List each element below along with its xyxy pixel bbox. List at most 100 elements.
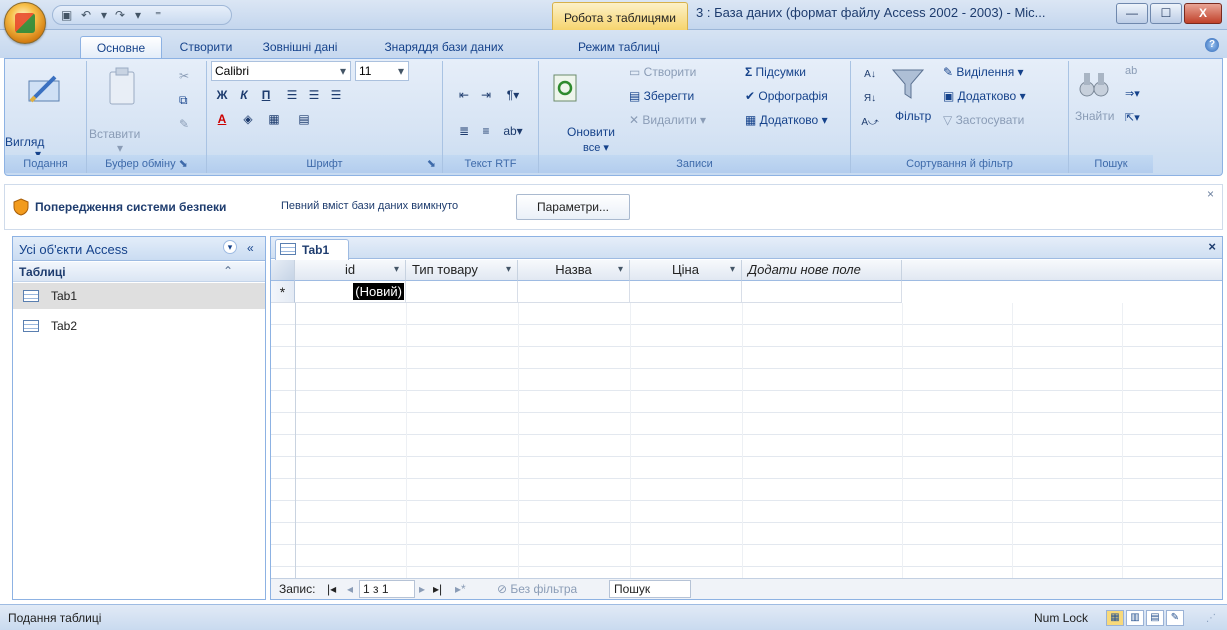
pivot-chart-view-icon[interactable]: ▤ xyxy=(1146,610,1164,626)
sort-ascending-icon[interactable]: A↓ xyxy=(859,65,881,85)
collapse-group-icon[interactable]: ⌃ xyxy=(223,264,233,278)
save-record-button[interactable]: ▤ Зберегти xyxy=(629,89,694,103)
nav-group-tables[interactable]: Таблиці ⌃ xyxy=(13,262,265,282)
gridlines-icon[interactable]: ▦ xyxy=(263,109,285,129)
search-input[interactable]: Пошук xyxy=(609,580,691,598)
help-icon[interactable]: ? xyxy=(1205,38,1219,52)
redo-dropdown-icon[interactable]: ▾ xyxy=(135,7,141,23)
new-row-price-cell[interactable] xyxy=(630,281,742,303)
clear-sort-icon[interactable]: A⤻ xyxy=(859,113,881,133)
refresh-all-button[interactable]: Оновити xyxy=(567,125,615,139)
datasheet-view-icon[interactable]: ▦ xyxy=(1106,610,1124,626)
column-header-price[interactable]: Ціна ▾ xyxy=(630,260,742,281)
column-header-name[interactable]: Назва ▾ xyxy=(518,260,630,281)
resize-grip-icon[interactable]: ⋰ xyxy=(1206,613,1216,624)
bold-button[interactable]: Ж xyxy=(211,85,233,105)
align-left-icon[interactable]: ☰ xyxy=(281,85,303,105)
nav-item-tab2[interactable]: Tab2 xyxy=(13,313,265,339)
close-button[interactable]: X xyxy=(1184,3,1222,24)
find-button[interactable]: Знайти xyxy=(1075,109,1114,123)
goto-icon[interactable]: ⇒▾ xyxy=(1125,87,1140,100)
cut-icon[interactable]: ✂ xyxy=(179,69,189,83)
refresh-all-dropdown[interactable]: все ▾ xyxy=(583,141,609,154)
close-document-icon[interactable]: × xyxy=(1208,239,1216,254)
nav-item-tab1[interactable]: Tab1 xyxy=(13,283,265,309)
bullets-icon[interactable]: ≡ xyxy=(475,121,497,141)
selection-button[interactable]: ✎ Виділення ▾ xyxy=(943,65,1024,79)
column-dropdown-icon[interactable]: ▾ xyxy=(394,260,399,280)
select-icon[interactable]: ⇱▾ xyxy=(1125,111,1140,124)
underline-button[interactable]: П xyxy=(255,85,277,105)
security-warning-message: Певний вміст бази даних вимкнуто xyxy=(281,200,459,212)
replace-icon[interactable]: ab xyxy=(1125,65,1137,77)
filter-button[interactable]: Фільтр xyxy=(895,109,931,123)
tab-datasheet[interactable]: Режим таблиці xyxy=(562,36,676,58)
italic-button[interactable]: К xyxy=(233,85,255,105)
new-row-add-cell[interactable] xyxy=(742,281,902,303)
records-more-button[interactable]: ▦ Додатково ▾ xyxy=(745,113,828,127)
numbering-icon[interactable]: ≣ xyxy=(453,121,475,141)
column-dropdown-icon[interactable]: ▾ xyxy=(618,260,623,280)
new-record-nav-icon[interactable]: ▸* xyxy=(455,582,466,596)
alternate-fill-icon[interactable]: ▤ xyxy=(293,109,315,129)
align-center-icon[interactable]: ☰ xyxy=(303,85,325,105)
redo-icon[interactable]: ↷ xyxy=(115,7,125,23)
increase-indent-icon[interactable]: ⇥ xyxy=(475,85,497,105)
paste-button[interactable]: Вставити xyxy=(89,127,140,141)
apply-filter-button[interactable]: ▽ Застосувати xyxy=(943,113,1024,127)
nav-menu-dropdown-icon[interactable]: ▾ xyxy=(223,240,237,254)
new-row-id-cell[interactable]: (Новий) xyxy=(295,281,406,303)
design-view-icon[interactable]: ✎ xyxy=(1166,610,1184,626)
minimize-button[interactable]: — xyxy=(1116,3,1148,24)
column-header-id[interactable]: id ▾ xyxy=(295,260,406,281)
font-size-select[interactable]: 11 ▾ xyxy=(355,61,409,81)
next-record-icon[interactable]: ▸ xyxy=(419,582,425,596)
format-painter-icon[interactable]: ✎ xyxy=(179,117,189,131)
undo-dropdown-icon[interactable]: ▾ xyxy=(101,7,107,23)
spelling-button[interactable]: ✔ Орфографія xyxy=(745,89,828,103)
maximize-button[interactable]: ☐ xyxy=(1150,3,1182,24)
new-row-name-cell[interactable] xyxy=(518,281,630,303)
tab-external-data[interactable]: Зовнішні дані xyxy=(250,36,350,58)
document-tab-tab1[interactable]: Tab1 xyxy=(275,239,349,260)
font-name-select[interactable]: Calibri ▾ xyxy=(211,61,351,81)
table-icon xyxy=(280,243,296,255)
copy-icon[interactable]: ⧉ xyxy=(179,93,188,108)
totals-button[interactable]: Σ Підсумки xyxy=(745,65,806,79)
new-row-marker[interactable]: * xyxy=(271,281,295,303)
new-record-button[interactable]: ▭ Створити xyxy=(629,65,696,79)
prev-record-icon[interactable]: ◂ xyxy=(347,582,353,596)
filter-status[interactable]: ⊘ Без фільтра xyxy=(497,582,577,596)
nav-header[interactable]: Усі об'єкти Access ▾ « xyxy=(13,237,265,261)
highlight-icon[interactable]: ab▾ xyxy=(499,121,527,141)
undo-icon[interactable]: ↶ xyxy=(81,7,91,23)
fill-color-icon[interactable]: ◈ xyxy=(237,109,259,129)
office-button[interactable] xyxy=(4,2,46,44)
column-dropdown-icon[interactable]: ▾ xyxy=(730,260,735,280)
paragraph-direction-icon[interactable]: ¶▾ xyxy=(499,85,527,105)
paste-dropdown-icon[interactable]: ▾ xyxy=(117,141,123,155)
customize-qat-icon[interactable]: ⁼ xyxy=(155,7,161,23)
tab-database-tools[interactable]: Знаряддя бази даних xyxy=(356,36,532,58)
select-all-corner[interactable] xyxy=(271,260,295,281)
column-header-type[interactable]: Тип товару ▾ xyxy=(406,260,518,281)
save-icon[interactable]: ▣ xyxy=(61,7,72,23)
font-color-icon[interactable]: A xyxy=(211,109,233,129)
record-position-input[interactable]: 1 з 1 xyxy=(359,580,415,598)
first-record-icon[interactable]: |◂ xyxy=(327,582,336,596)
decrease-indent-icon[interactable]: ⇤ xyxy=(453,85,475,105)
column-dropdown-icon[interactable]: ▾ xyxy=(506,260,511,280)
align-right-icon[interactable]: ☰ xyxy=(325,85,347,105)
close-bar-icon[interactable]: × xyxy=(1207,187,1214,201)
tab-home[interactable]: Основне xyxy=(80,36,162,58)
collapse-pane-icon[interactable]: « xyxy=(247,241,254,255)
new-row-type-cell[interactable] xyxy=(406,281,518,303)
options-button[interactable]: Параметри... xyxy=(516,194,630,220)
last-record-icon[interactable]: ▸| xyxy=(433,582,442,596)
delete-record-button[interactable]: ✕ Видалити ▾ xyxy=(629,113,706,127)
tab-create[interactable]: Створити xyxy=(168,36,244,58)
advanced-filter-button[interactable]: ▣ Додатково ▾ xyxy=(943,89,1026,103)
column-header-add-field[interactable]: Додати нове поле xyxy=(742,260,902,281)
pivot-table-view-icon[interactable]: ▥ xyxy=(1126,610,1144,626)
sort-descending-icon[interactable]: Я↓ xyxy=(859,89,881,109)
